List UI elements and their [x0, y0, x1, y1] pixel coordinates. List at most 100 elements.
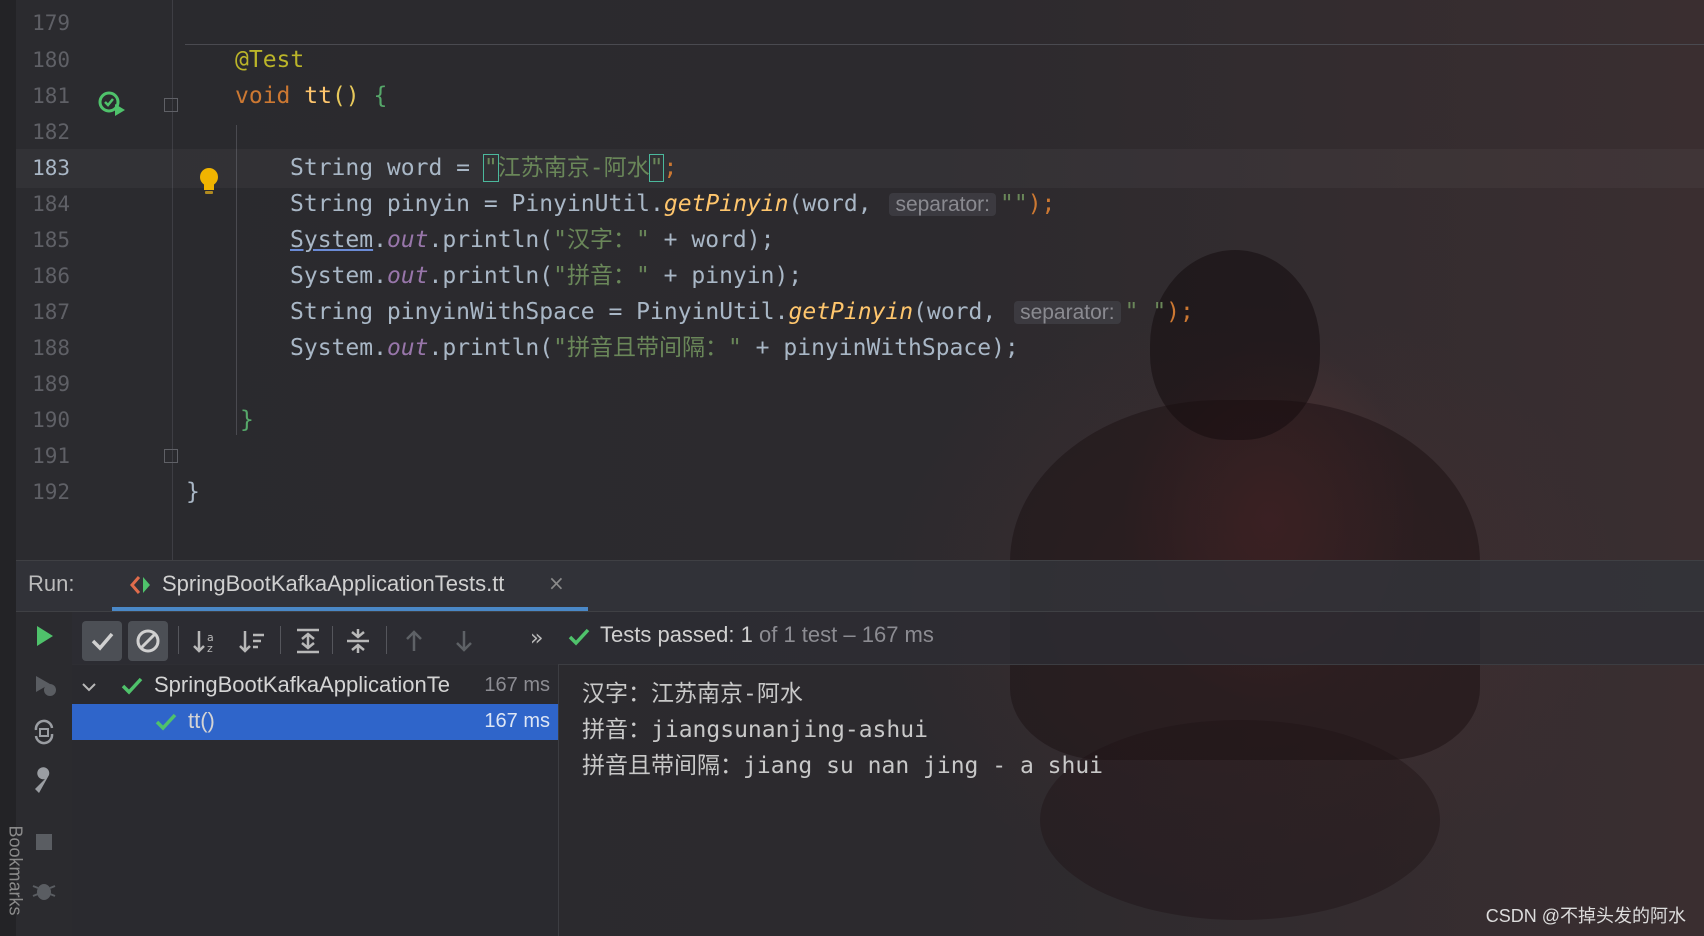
watermark: CSDN @不掉头发的阿水 — [1485, 906, 1686, 926]
stop-icon[interactable] — [30, 828, 58, 856]
sort-alpha-icon: az — [193, 631, 214, 655]
code-text[interactable]: String pinyin = PinyinUtil.getPinyin(wor… — [290, 185, 1055, 224]
annotation-token: @Test — [235, 47, 305, 73]
previous-failed-button[interactable] — [394, 621, 434, 661]
arrow-down-icon — [456, 631, 472, 652]
code-token: String pinyinWithSpace = PinyinUtil. — [290, 299, 789, 325]
code-line: 184 String pinyin = PinyinUtil.getPinyin… — [0, 185, 1704, 224]
code-token: ); — [1027, 191, 1056, 217]
code-token: . — [373, 335, 387, 361]
brace-token: } — [186, 479, 200, 505]
brace-token: { — [373, 83, 388, 109]
code-text[interactable]: System.out.println("拼音且带间隔：" + pinyinWit… — [290, 329, 1019, 368]
passed-check-icon — [155, 713, 177, 731]
method-call-token: getPinyin — [663, 191, 789, 217]
code-token: (word, — [913, 299, 1011, 325]
code-line: 180 @Test — [0, 41, 1704, 80]
code-text[interactable]: } — [186, 473, 200, 512]
line-number: 184 — [32, 192, 70, 216]
test-case-row-selected[interactable]: tt() 167 ms — [72, 704, 558, 740]
string-token: "拼音且带间隔：" — [553, 335, 742, 361]
code-line: 182 — [0, 113, 1704, 152]
line-number: 189 — [32, 372, 70, 396]
code-text[interactable]: System.out.println("拼音：" + pinyin); — [290, 257, 802, 296]
bookmarks-side-tab[interactable]: Bookmarks — [5, 825, 26, 915]
line-number: 187 — [32, 300, 70, 324]
toolbar-separator — [280, 626, 281, 654]
tests-status-text: Tests passed: 1 of 1 test – 167 ms — [600, 622, 934, 648]
close-icon[interactable]: × — [548, 571, 565, 595]
toolbar-separator — [386, 626, 387, 654]
rerun-failed-icon[interactable] — [30, 670, 58, 698]
console-output[interactable]: 汉字：江苏南京-阿水 拼音：jiangsunanjing-ashui 拼音且带间… — [558, 664, 1704, 936]
test-config-icon — [130, 576, 150, 594]
more-actions-button[interactable]: » — [530, 626, 554, 666]
code-line: 190 } — [0, 401, 1704, 440]
method-name-token: tt — [304, 83, 332, 109]
class-token: System — [290, 335, 374, 361]
code-line: 181 void tt() { — [0, 77, 1704, 116]
show-passed-button[interactable] — [82, 621, 122, 661]
line-number: 181 — [32, 84, 70, 108]
code-text[interactable]: } — [240, 401, 254, 440]
toolbar-separator — [178, 626, 179, 654]
next-failed-button[interactable] — [444, 621, 484, 661]
show-ignored-button[interactable] — [128, 621, 168, 661]
toggle-auto-test-icon[interactable] — [30, 718, 58, 746]
run-header: Run: SpringBootKafkaApplicationTests.tt … — [16, 560, 1704, 612]
fold-marker-icon[interactable] — [164, 449, 178, 463]
code-token: . — [373, 263, 387, 289]
collapse-all-button[interactable] — [338, 621, 378, 661]
rerun-icon[interactable] — [30, 622, 58, 650]
svg-text:z: z — [207, 642, 213, 655]
left-edge-strip — [0, 0, 16, 936]
quote-token: " — [482, 154, 499, 182]
code-text[interactable]: @Test — [235, 41, 304, 80]
wrench-icon[interactable] — [30, 766, 58, 794]
class-link-token[interactable]: System — [290, 227, 373, 253]
sort-alphabetically-button[interactable]: az — [186, 621, 226, 661]
parameter-hint: separator: — [889, 193, 996, 216]
code-token: + word); — [649, 227, 775, 253]
test-suite-row[interactable]: SpringBootKafkaApplicationTe 167 ms — [72, 668, 558, 704]
line-number: 191 — [32, 444, 70, 468]
field-token: out — [386, 263, 429, 289]
code-line: 179 — [0, 4, 1704, 43]
parameter-hint: separator: — [1014, 301, 1121, 324]
string-token: "" — [1000, 191, 1028, 217]
code-token: (word, — [788, 191, 886, 217]
status-summary: of 1 test – 167 ms — [752, 622, 934, 647]
code-line: 185 System.out.println("汉字：" + word); — [0, 221, 1704, 260]
ignored-icon — [136, 629, 160, 653]
code-token: .println( — [428, 227, 554, 253]
lightbulb-icon[interactable] — [198, 167, 220, 197]
keyword-token: void — [235, 83, 291, 109]
sort-by-duration-button[interactable] — [232, 621, 272, 661]
expand-all-button[interactable] — [288, 621, 328, 661]
code-token: . — [373, 227, 387, 253]
code-token: String pinyin = PinyinUtil. — [290, 191, 664, 217]
console-line: 汉字：江苏南京-阿水 — [582, 681, 803, 707]
semicolon-token: ; — [663, 155, 678, 181]
code-line: 186 System.out.println("拼音：" + pinyin); — [0, 257, 1704, 296]
line-number: 190 — [32, 408, 70, 432]
run-tab[interactable]: SpringBootKafkaApplicationTests.tt × — [112, 561, 588, 611]
code-editor[interactable]: 179 180 @Test 181 void tt() { 182 183 St… — [0, 0, 1704, 560]
sort-duration-icon — [239, 631, 264, 653]
code-text[interactable]: String pinyinWithSpace = PinyinUtil.getP… — [290, 293, 1194, 332]
code-text[interactable]: String word = "江苏南京-阿水"; — [290, 149, 677, 188]
line-number: 183 — [32, 156, 70, 180]
debug-icon[interactable] — [30, 876, 58, 904]
code-token: + pinyin); — [649, 263, 803, 289]
code-text[interactable]: void tt() { — [235, 77, 387, 116]
line-number: 180 — [32, 48, 70, 72]
run-test-gutter-icon[interactable] — [98, 90, 128, 118]
code-text[interactable]: System.out.println("汉字：" + word); — [290, 221, 774, 260]
arrow-up-icon — [406, 630, 422, 651]
fold-marker-icon[interactable] — [164, 98, 178, 112]
expand-all-icon — [297, 628, 319, 654]
test-suite-label: SpringBootKafkaApplicationTe — [154, 672, 450, 697]
collapse-all-icon — [347, 629, 369, 653]
test-results-tree: SpringBootKafkaApplicationTe 167 ms tt()… — [72, 664, 559, 936]
chevron-down-icon[interactable] — [80, 678, 98, 696]
